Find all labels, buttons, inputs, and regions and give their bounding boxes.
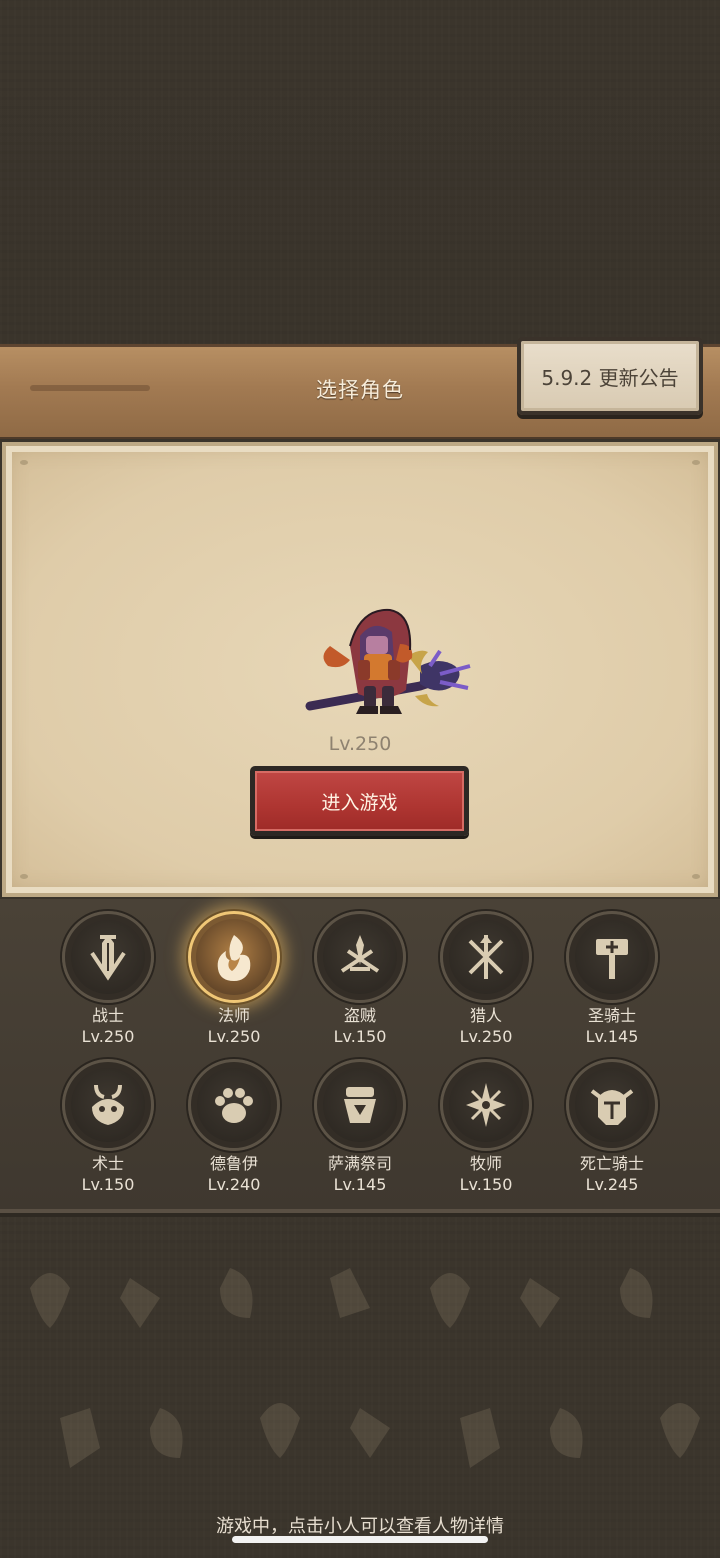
class-level: Lv.150 [333,1027,387,1046]
hunter-arrows-icon [440,911,532,1003]
class-hunter[interactable]: 猎人 Lv.250 [426,911,546,1048]
rogue-daggers-icon [314,911,406,1003]
class-druid[interactable]: 德鲁伊 Lv.240 [174,1059,294,1196]
class-rogue[interactable]: 盗贼 Lv.150 [300,911,420,1048]
class-priest[interactable]: 牧师 Lv.150 [426,1059,546,1196]
class-mage[interactable]: 法师 Lv.250 [174,911,294,1048]
background-emblem-pattern [30,1268,700,1468]
screen: 选择角色 5.9.2 更新公告 Lv.250 进入游戏 战士 Lv.250 法师… [0,0,720,1558]
class-name: 盗贼 [343,1006,376,1025]
class-warlock[interactable]: 术士 Lv.150 [48,1059,168,1196]
class-name: 牧师 [469,1154,502,1173]
class-level: Lv.150 [459,1175,513,1194]
class-name: 死亡骑士 [579,1154,644,1173]
shaman-totem-icon [314,1059,406,1151]
class-name: 战士 [91,1006,124,1025]
mage-flame-icon [188,911,280,1003]
class-level: Lv.145 [585,1027,639,1046]
druid-paw-icon [188,1059,280,1151]
class-level: Lv.250 [81,1027,135,1046]
class-shaman[interactable]: 萨满祭司 Lv.145 [300,1059,420,1196]
class-name: 术士 [91,1154,124,1173]
class-level: Lv.150 [81,1175,135,1194]
class-warrior[interactable]: 战士 Lv.250 [48,911,168,1048]
update-notice-button[interactable]: 5.9.2 更新公告 [517,337,703,415]
class-name: 圣骑士 [587,1006,636,1025]
warlock-skull-icon [62,1059,154,1151]
class-death-knight[interactable]: 死亡骑士 Lv.245 [552,1059,672,1196]
paladin-hammer-icon [566,911,658,1003]
class-name: 德鲁伊 [209,1154,258,1173]
character-sprite[interactable] [300,606,478,734]
character-level: Lv.250 [328,733,392,755]
class-level: Lv.250 [459,1027,513,1046]
class-level: Lv.240 [207,1175,261,1194]
class-level: Lv.245 [585,1175,639,1194]
enter-game-button[interactable]: 进入游戏 [250,766,469,836]
class-paladin[interactable]: 圣骑士 Lv.145 [552,911,672,1048]
class-name: 萨满祭司 [327,1154,392,1173]
class-level: Lv.145 [333,1175,387,1194]
class-name: 猎人 [469,1006,502,1025]
class-name: 法师 [217,1006,250,1025]
priest-star-icon [440,1059,532,1151]
warrior-sword-icon [62,911,154,1003]
class-level: Lv.250 [207,1027,261,1046]
deathknight-helm-icon [566,1059,658,1151]
footer-tip: 游戏中，点击小人可以查看人物详情 [216,1516,504,1537]
home-indicator[interactable] [232,1536,488,1543]
